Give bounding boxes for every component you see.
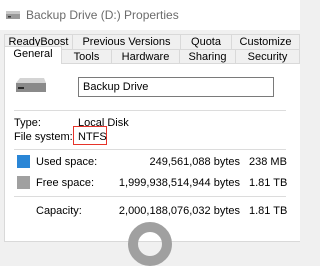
free-space-swatch: [17, 176, 30, 189]
file-system-label: File system:: [14, 131, 73, 143]
tab-customize[interactable]: Customize: [231, 34, 300, 50]
free-space-bytes: 1,999,938,514,944 bytes: [118, 177, 240, 189]
separator: [14, 110, 286, 111]
separator: [14, 196, 286, 197]
tab-general[interactable]: General: [4, 46, 62, 64]
used-space-swatch: [17, 155, 30, 168]
drive-icon: [6, 11, 20, 19]
tab-previous-versions[interactable]: Previous Versions: [72, 34, 181, 50]
type-label: Type:: [14, 117, 41, 129]
file-system-value: NTFS: [78, 131, 107, 143]
capacity-bytes: 2,000,188,076,032 bytes: [118, 205, 240, 217]
used-space-bytes: 249,561,088 bytes: [149, 156, 240, 168]
used-space-label: Used space:: [36, 156, 98, 168]
drive-name-input[interactable]: [78, 77, 274, 97]
window-title: Backup Drive (D:) Properties: [26, 8, 179, 22]
title-bar: Backup Drive (D:) Properties: [0, 0, 300, 30]
tab-quota[interactable]: Quota: [180, 34, 232, 50]
capacity-size: 1.81 TB: [249, 205, 288, 217]
used-space-size: 238 MB: [249, 156, 287, 168]
free-space-size: 1.81 TB: [249, 177, 288, 189]
drive-large-icon: [16, 78, 46, 92]
disk-usage-pie: [128, 222, 172, 266]
separator: [14, 149, 286, 150]
